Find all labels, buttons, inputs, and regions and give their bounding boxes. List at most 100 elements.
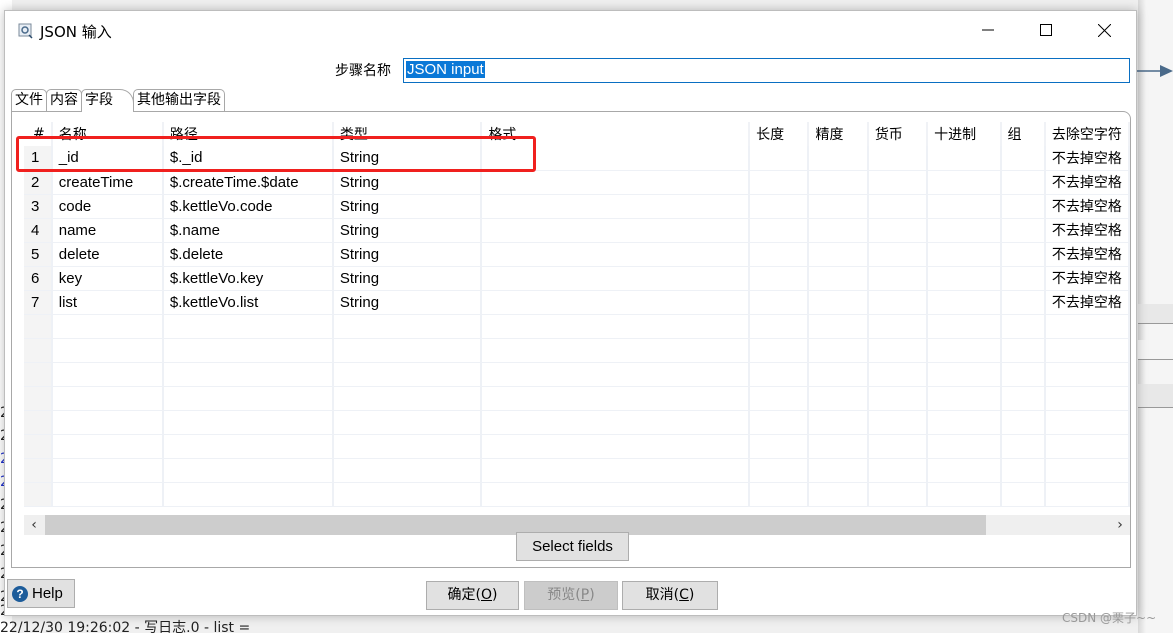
empty-cell[interactable] <box>481 314 751 339</box>
empty-cell[interactable] <box>1000 314 1046 339</box>
cell-type[interactable]: String <box>332 146 483 171</box>
cell-group[interactable] <box>1000 242 1046 267</box>
empty-table-row[interactable] <box>24 314 1130 339</box>
empty-cell[interactable] <box>481 482 751 507</box>
empty-cell[interactable] <box>24 314 53 339</box>
cell-decimal[interactable] <box>927 146 1002 171</box>
cell-format[interactable] <box>481 194 751 219</box>
empty-table-row[interactable] <box>24 458 1130 483</box>
cell-group[interactable] <box>1000 146 1046 171</box>
tab-fields[interactable]: 字段 <box>81 89 134 112</box>
empty-cell[interactable] <box>808 434 869 459</box>
cell-name[interactable]: delete <box>51 242 164 267</box>
empty-cell[interactable] <box>1044 338 1130 363</box>
column-header-trim-type[interactable]: 去除空字符 <box>1044 122 1130 146</box>
cell-path[interactable]: $.kettleVo.code <box>162 194 334 219</box>
cell-decimal[interactable] <box>927 218 1002 243</box>
cell-name[interactable]: key <box>51 266 164 291</box>
empty-table-row[interactable] <box>24 338 1130 363</box>
empty-cell[interactable] <box>24 386 53 411</box>
empty-cell[interactable] <box>51 458 164 483</box>
empty-cell[interactable] <box>808 314 869 339</box>
empty-cell[interactable] <box>749 314 810 339</box>
cell-precision[interactable] <box>808 242 869 267</box>
cell-format[interactable] <box>481 242 751 267</box>
cell-trim[interactable]: 不去掉空格 <box>1044 194 1130 219</box>
column-header-group[interactable]: 组 <box>1000 122 1046 146</box>
empty-cell[interactable] <box>1044 362 1130 387</box>
cell-decimal[interactable] <box>927 242 1002 267</box>
empty-cell[interactable] <box>808 482 869 507</box>
empty-cell[interactable] <box>24 362 53 387</box>
cell-group[interactable] <box>1000 218 1046 243</box>
empty-cell[interactable] <box>481 338 751 363</box>
tab-additional-output-fields[interactable]: 其他输出字段 <box>133 89 225 112</box>
empty-table-row[interactable] <box>24 482 1130 507</box>
empty-cell[interactable] <box>51 314 164 339</box>
preview-button[interactable]: 预览(P) <box>524 581 618 610</box>
cell-format[interactable] <box>481 146 751 171</box>
cell-group[interactable] <box>1000 170 1046 195</box>
cell-path[interactable]: $.delete <box>162 242 334 267</box>
empty-cell[interactable] <box>808 458 869 483</box>
empty-cell[interactable] <box>162 386 334 411</box>
empty-cell[interactable] <box>749 458 810 483</box>
empty-cell[interactable] <box>927 386 1002 411</box>
table-row[interactable]: 5 delete $.delete String 不去掉空格 <box>24 242 1130 267</box>
cell-trim[interactable]: 不去掉空格 <box>1044 266 1130 291</box>
empty-table-row[interactable] <box>24 434 1130 459</box>
empty-cell[interactable] <box>808 410 869 435</box>
cell-name[interactable]: list <box>51 290 164 315</box>
empty-cell[interactable] <box>927 482 1002 507</box>
cell-path[interactable]: $.kettleVo.key <box>162 266 334 291</box>
empty-cell[interactable] <box>749 482 810 507</box>
cell-currency[interactable] <box>867 218 929 243</box>
empty-cell[interactable] <box>1000 482 1046 507</box>
empty-cell[interactable] <box>162 434 334 459</box>
empty-cell[interactable] <box>51 386 164 411</box>
tab-file[interactable]: 文件 <box>11 89 47 112</box>
cell-format[interactable] <box>481 170 751 195</box>
cell-type[interactable]: String <box>332 194 483 219</box>
column-header-precision[interactable]: 精度 <box>808 122 869 146</box>
column-header-type[interactable]: 类型 <box>332 122 483 146</box>
empty-cell[interactable] <box>51 434 164 459</box>
cell-type[interactable]: String <box>332 170 483 195</box>
maximize-button[interactable] <box>1017 11 1075 49</box>
cell-path[interactable]: $.createTime.$date <box>162 170 334 195</box>
cell-currency[interactable] <box>867 266 929 291</box>
cell-length[interactable] <box>749 242 810 267</box>
cell-currency[interactable] <box>867 290 929 315</box>
empty-cell[interactable] <box>927 458 1002 483</box>
empty-cell[interactable] <box>51 482 164 507</box>
empty-cell[interactable] <box>24 338 53 363</box>
empty-cell[interactable] <box>1044 458 1130 483</box>
cell-name[interactable]: _id <box>51 146 164 171</box>
empty-cell[interactable] <box>867 362 929 387</box>
empty-cell[interactable] <box>867 458 929 483</box>
empty-cell[interactable] <box>1044 434 1130 459</box>
cell-precision[interactable] <box>808 266 869 291</box>
cell-decimal[interactable] <box>927 266 1002 291</box>
empty-cell[interactable] <box>51 338 164 363</box>
empty-cell[interactable] <box>162 362 334 387</box>
cell-trim[interactable]: 不去掉空格 <box>1044 170 1130 195</box>
cell-type[interactable]: String <box>332 218 483 243</box>
empty-cell[interactable] <box>24 482 53 507</box>
empty-cell[interactable] <box>51 362 164 387</box>
empty-cell[interactable] <box>927 410 1002 435</box>
minimize-button[interactable] <box>959 11 1017 49</box>
empty-cell[interactable] <box>332 482 483 507</box>
empty-cell[interactable] <box>749 410 810 435</box>
cell-trim[interactable]: 不去掉空格 <box>1044 242 1130 267</box>
empty-cell[interactable] <box>51 410 164 435</box>
empty-cell[interactable] <box>927 362 1002 387</box>
cell-format[interactable] <box>481 290 751 315</box>
cell-trim[interactable]: 不去掉空格 <box>1044 146 1130 171</box>
table-row[interactable]: 7 list $.kettleVo.list String 不去掉空格 <box>24 290 1130 315</box>
empty-cell[interactable] <box>1000 458 1046 483</box>
empty-cell[interactable] <box>1044 410 1130 435</box>
cell-type[interactable]: String <box>332 290 483 315</box>
cell-precision[interactable] <box>808 146 869 171</box>
empty-cell[interactable] <box>24 410 53 435</box>
